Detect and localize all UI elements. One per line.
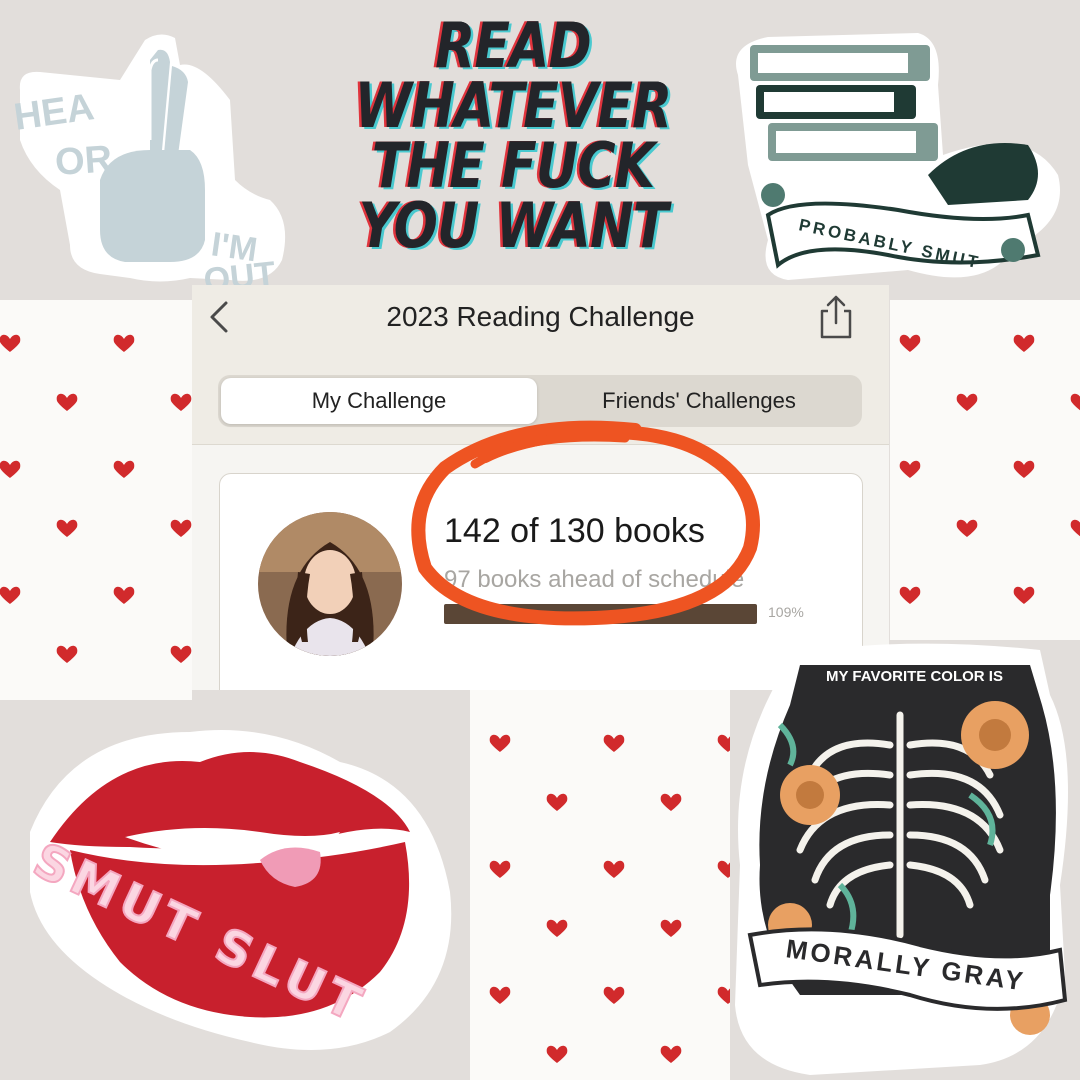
headline-line-3: THE FUCK <box>371 129 655 202</box>
headline-line-1: READ <box>435 9 592 82</box>
highlight-circle <box>411 420 760 626</box>
progress-percent: 109% <box>768 604 804 620</box>
share-icon[interactable] <box>814 293 858 341</box>
avatar <box>258 512 402 656</box>
hearts-pattern-bottom <box>470 690 730 1080</box>
lips-sticker: SMUT SLUT <box>24 730 452 1050</box>
headline-line-2: WHATEVER <box>354 69 673 142</box>
hearts-pattern-right <box>890 300 1080 640</box>
skeleton-top-text: MY FAVORITE COLOR IS <box>826 668 1003 685</box>
headline-line-4: YOU WANT <box>358 189 669 262</box>
headline-sticker: READ WHATEVER THE FUCK YOU WANT <box>318 9 708 276</box>
book-stack-sticker: PROBABLY SMUT <box>736 33 1060 280</box>
page-title: 2023 Reading Challenge <box>386 301 695 332</box>
peace-hand-sticker: HEA OR I'M OUT <box>11 34 286 285</box>
hearts-pattern-left <box>0 300 192 700</box>
skeleton-sticker: MY FAVORITE COLOR IS MORALLY GRAY <box>735 643 1068 1075</box>
peace-text-2: OR <box>54 138 114 184</box>
